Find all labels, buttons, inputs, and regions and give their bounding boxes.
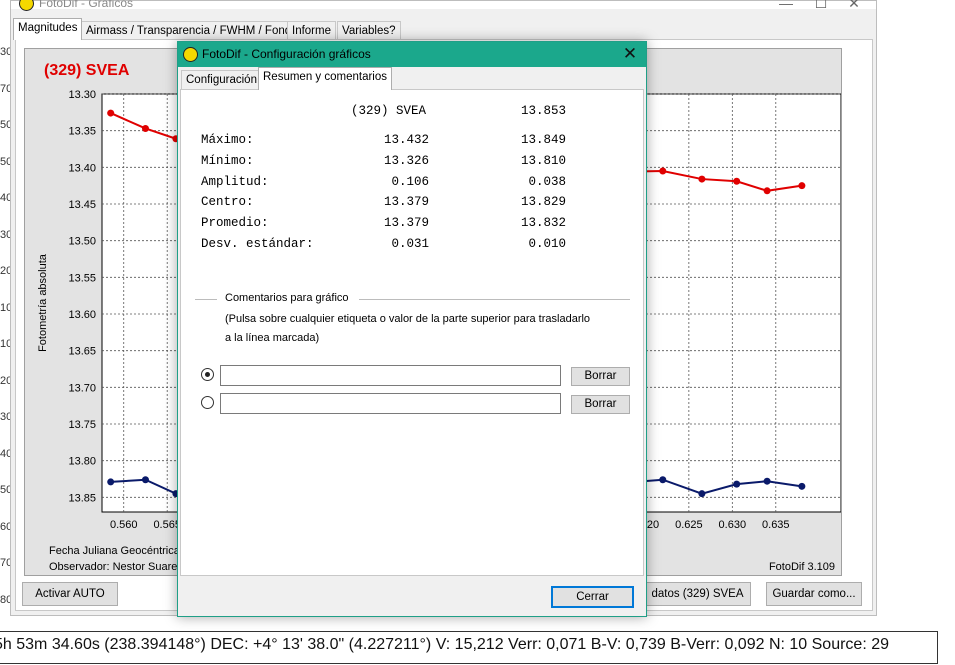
main-titlebar [11, 1, 876, 9]
x-tick-label: 0.630 [719, 519, 747, 531]
footer-version: FotoDif 3.109 [769, 561, 835, 573]
data-point [733, 177, 741, 185]
x-tick-label: 0.625 [675, 519, 703, 531]
data-point [141, 124, 149, 132]
stat-value-series2[interactable]: 0.010 [481, 237, 566, 251]
y-tick-label: 13.70 [68, 382, 96, 394]
fotodif-app-icon [19, 0, 34, 11]
comments-group-title: Comentarios para gráfico [225, 292, 349, 304]
main-window-title: FotoDif - Gráficos [39, 0, 134, 10]
stat-value-series1[interactable]: 13.432 [341, 133, 429, 147]
tab-variables[interactable]: Variables? [337, 21, 401, 40]
chart-config-dialog: FotoDif - Configuración gráficos ✕ Confi… [177, 41, 647, 617]
stat-value-series2[interactable]: 13.829 [481, 195, 566, 209]
stat-value-series1[interactable]: 13.379 [341, 216, 429, 230]
maximize-icon[interactable]: ☐ [806, 0, 836, 12]
y-tick-label: 13.65 [68, 346, 96, 358]
comments-hint-line2: a la línea marcada) [225, 332, 320, 344]
footer-julian-date: Fecha Juliana Geocéntrica: 2 [49, 545, 192, 557]
y-tick-label: 13.30 [68, 89, 96, 101]
stat-value-series2[interactable]: 13.849 [481, 133, 566, 147]
tab-informe[interactable]: Informe [287, 21, 336, 40]
y-tick-label: 13.40 [68, 162, 96, 174]
comments-hint-line1: (Pulsa sobre cualquier etiqueta o valor … [225, 313, 591, 325]
save-data-button[interactable]: datos (329) SVEA [645, 582, 751, 606]
data-point [659, 167, 667, 175]
chart-title: (329) SVEA [44, 62, 130, 79]
clear-comment-1-button[interactable]: Borrar [571, 367, 630, 386]
y-tick-label: 13.55 [68, 272, 96, 284]
comment-2-radio[interactable] [201, 396, 214, 409]
stat-value-series2[interactable]: 0.038 [481, 175, 566, 189]
save-as-button[interactable]: Guardar como... [766, 582, 862, 606]
data-point [107, 478, 115, 486]
tab-magnitudes[interactable]: Magnitudes [13, 18, 83, 40]
stat-label[interactable]: Desv. estándar: [201, 237, 314, 251]
data-point [698, 490, 706, 498]
stat-value-series1[interactable]: 0.106 [341, 175, 429, 189]
stat-label[interactable]: Promedio: [201, 216, 269, 230]
fotodif-app-icon [183, 47, 198, 62]
minimize-icon[interactable]: — [771, 0, 801, 11]
clear-comment-2-button[interactable]: Borrar [571, 395, 630, 414]
y-tick-label: 13.45 [68, 199, 96, 211]
group-divider [359, 299, 630, 300]
data-point [698, 175, 706, 183]
y-tick-label: 13.50 [68, 236, 96, 248]
stat-label[interactable]: Mínimo: [201, 154, 254, 168]
close-icon[interactable]: ✕ [618, 43, 642, 65]
stat-value-series2[interactable]: 13.810 [481, 154, 566, 168]
tab-configuracion[interactable]: Configuración [181, 70, 262, 89]
dialog-title: FotoDif - Configuración gráficos [202, 47, 371, 61]
data-point [733, 480, 741, 488]
close-button[interactable]: Cerrar [551, 586, 634, 608]
y-tick-label: 13.60 [68, 309, 96, 321]
close-icon[interactable]: ✕ [839, 0, 869, 12]
tab-airmass[interactable]: Airmass / Transparencia / FWHM / Fondo [81, 21, 303, 40]
summary-panel: (329) SVEA 13.853 Comentarios para gráfi… [180, 89, 644, 576]
stat-value-series2[interactable]: 13.832 [481, 216, 566, 230]
data-point [798, 182, 806, 190]
data-point [107, 109, 115, 117]
tab-resumen-comentarios[interactable]: Resumen y comentarios [258, 67, 392, 90]
data-point [798, 482, 806, 490]
data-point [141, 476, 149, 484]
stat-value-series1[interactable]: 13.326 [341, 154, 429, 168]
y-tick-label: 13.85 [68, 492, 96, 504]
data-point [763, 477, 771, 485]
footer-observer: Observador: Nestor Suarez- [49, 561, 187, 573]
group-divider [195, 299, 217, 300]
data-point [659, 476, 667, 484]
stat-label[interactable]: Amplitud: [201, 175, 269, 189]
stats-header-value[interactable]: 13.853 [481, 104, 566, 118]
background-gutter: 30 70 50 50 40 30 20 10 10 20 30 40 50 60 70 80 [0, 0, 12, 620]
stat-value-series1[interactable]: 0.031 [341, 237, 429, 251]
y-axis-label: Fotometría absoluta [37, 253, 49, 352]
comment-2-input[interactable] [220, 393, 561, 414]
stats-header-name[interactable]: (329) SVEA [351, 104, 426, 118]
comment-1-input[interactable] [220, 365, 561, 386]
stat-label[interactable]: Centro: [201, 195, 254, 209]
dialog-titlebar: FotoDif - Configuración gráficos ✕ [178, 42, 646, 67]
status-text: 5h 53m 34.60s (238.394148°) DEC: +4° 13'… [0, 636, 890, 653]
status-bar: 5h 53m 34.60s (238.394148°) DEC: +4° 13'… [0, 631, 938, 664]
y-tick-label: 13.35 [68, 126, 96, 138]
comment-1-radio[interactable] [201, 368, 214, 381]
stat-value-series1[interactable]: 13.379 [341, 195, 429, 209]
activate-auto-button[interactable]: Activar AUTO [22, 582, 118, 606]
x-tick-label: 0.560 [110, 519, 138, 531]
stat-label[interactable]: Máximo: [201, 133, 254, 147]
y-tick-label: 13.80 [68, 456, 96, 468]
y-tick-label: 13.75 [68, 419, 96, 431]
x-tick-label: 0.635 [762, 519, 790, 531]
data-point [763, 187, 771, 195]
